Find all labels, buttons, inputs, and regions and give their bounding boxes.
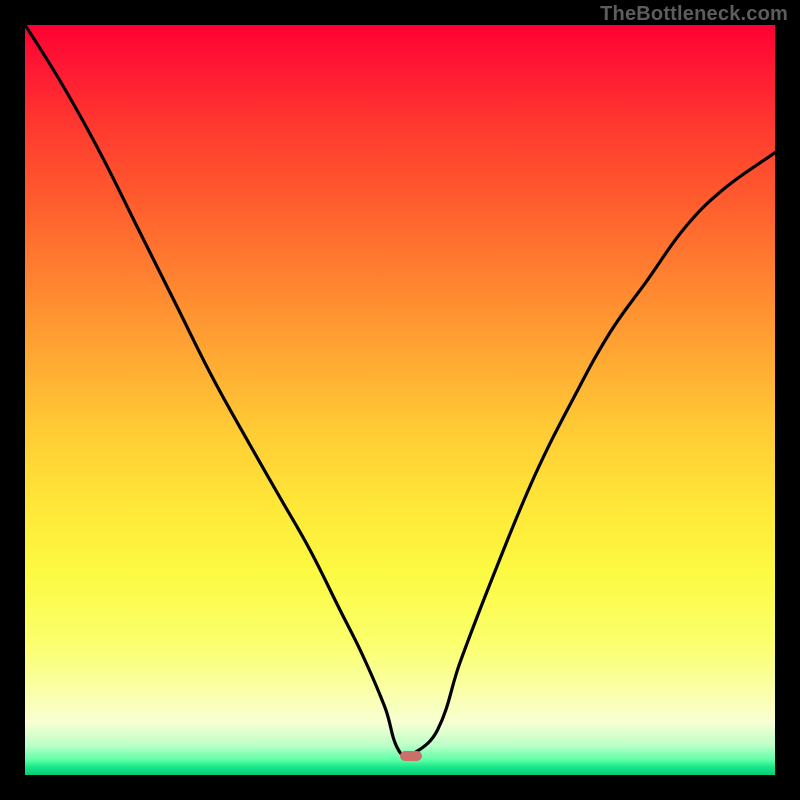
curve-svg bbox=[25, 25, 775, 775]
bottleneck-curve bbox=[25, 25, 775, 755]
bottleneck-marker bbox=[400, 751, 422, 761]
plot-area bbox=[25, 25, 775, 775]
watermark-text: TheBottleneck.com bbox=[600, 3, 788, 26]
chart-frame: TheBottleneck.com bbox=[0, 0, 800, 800]
